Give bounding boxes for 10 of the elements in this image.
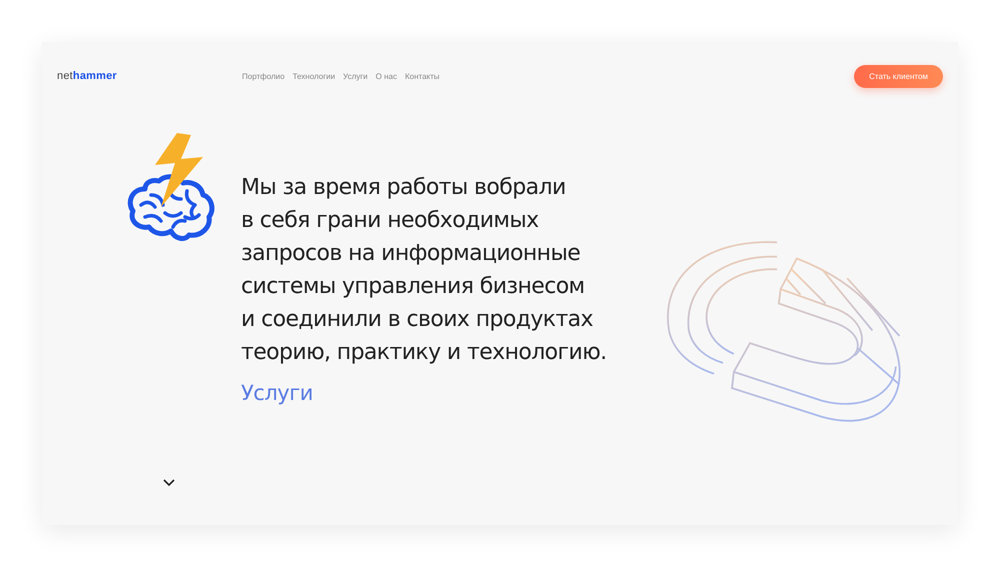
nav-link[interactable]: Услуги [343,72,368,80]
chevron-down-icon[interactable] [163,479,175,487]
nav-link[interactable]: О нас [376,72,397,80]
logo[interactable]: nethammer [57,70,242,82]
nav-link[interactable]: Контакты [404,72,440,80]
nav-link[interactable]: Технологии [292,72,336,80]
services-link[interactable]: Услуги [241,381,313,405]
become-client-button[interactable]: Стать клиентом [854,64,943,88]
hero-text: Мы за время работы вобрали в себя грани необходимых запросов на информационные системы управления бизнесом и соединили в своих продуктах теорию, практику и технологию. [241,174,608,367]
nav-link[interactable]: Портфолио [242,72,285,80]
